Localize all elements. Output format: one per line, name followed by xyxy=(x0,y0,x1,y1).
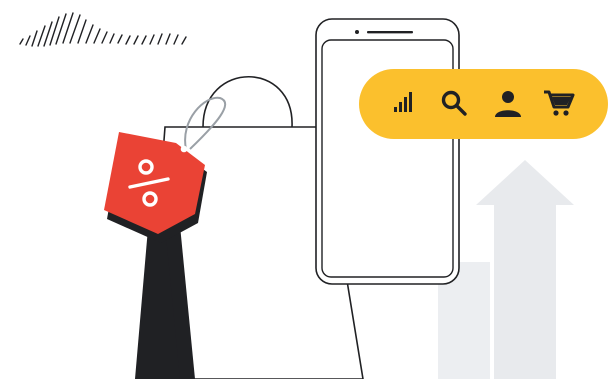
speaker-slot xyxy=(367,31,413,34)
growth-arrow-shaft xyxy=(476,160,574,379)
phone xyxy=(315,18,460,285)
decorative-hatch-marks xyxy=(19,12,187,47)
search-bar xyxy=(359,69,608,139)
shopping-illustration xyxy=(19,12,608,379)
sale-tag-hole xyxy=(180,145,188,153)
front-camera xyxy=(355,30,359,34)
shopping-bag-handle xyxy=(202,75,293,128)
